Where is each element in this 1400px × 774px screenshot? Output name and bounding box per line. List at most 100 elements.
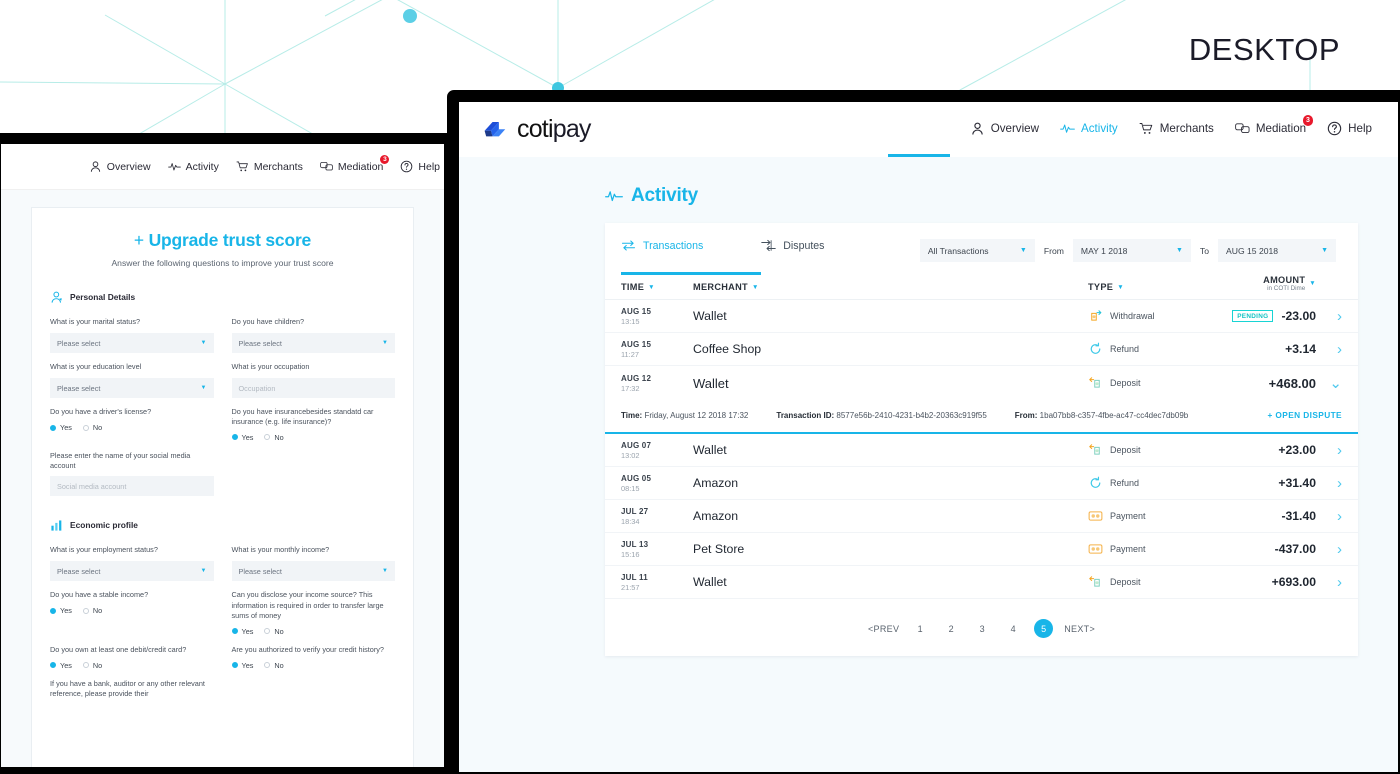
back-nav-overview[interactable]: Overview [89,160,151,173]
radio-no[interactable]: No [82,423,102,432]
field-question: What is your education level [50,362,142,371]
radio-yes[interactable]: Yes [50,661,72,670]
row-date: JUL 27 [621,506,649,516]
detail-txid-label: Transaction ID: [776,410,835,420]
open-dispute-button[interactable]: + OPEN DISPUTE [1267,410,1342,420]
row-amount-cell: PENDING -23.00 [1208,309,1316,323]
column-header-time[interactable]: TIME ▼ [621,282,693,292]
pagination-page-5-active[interactable]: 5 [1034,619,1054,638]
radio-dot [50,424,56,431]
children-select[interactable]: Please select ▼ [231,333,395,353]
table-row[interactable]: AUG 05 08:15 Amazon Refund +31.40 › [605,467,1358,500]
to-date-filter[interactable]: AUG 15 2018 ▼ [1218,239,1336,262]
radio-label: No [92,606,103,616]
pagination-page-4[interactable]: 4 [1003,624,1023,634]
expand-row-chevron-right-icon[interactable]: › [1316,341,1342,358]
detail-txid-value: 8577e56b-2410-4231-b4b2-20363c919f55 [836,410,987,420]
back-nav-help[interactable]: Help [400,160,440,173]
cart-icon [236,161,248,172]
column-header-merchant[interactable]: MERCHANT ▼ [693,282,1088,292]
expand-row-chevron-right-icon[interactable]: › [1316,475,1342,492]
radio-no[interactable]: No [82,606,103,616]
radio-no[interactable]: No [264,661,284,670]
nav-item-overview[interactable]: Overview [970,121,1039,138]
credit-history-radios: Yes No [231,660,396,670]
radio-dot [82,424,89,431]
nav-item-mediation[interactable]: Mediation 3 [1235,115,1314,138]
employment-select[interactable]: Please select ▼ [50,561,214,582]
row-type: Deposit [1088,443,1208,457]
question-icon [401,160,413,173]
education-select[interactable]: Please select ▼ [50,378,214,398]
radio-yes[interactable]: Yes [50,606,72,615]
marital-status-select[interactable]: Please select ▼ [50,333,214,353]
field-employment-status: What is your employment status? Please s… [50,545,214,582]
table-row[interactable]: AUG 15 11:27 Coffee Shop Refund +3.14 › [605,333,1358,366]
radio-no[interactable]: No [82,661,102,670]
transaction-type-filter[interactable]: All Transactions ▼ [919,239,1035,262]
tab-transactions[interactable]: Transactions [621,239,703,264]
detail-from: From: 1ba07bb8-c357-4fbe-ac47-cc4dec7db0… [1015,411,1188,420]
nav-item-activity[interactable]: Activity [1060,121,1118,138]
detail-time-value: Friday, August 12 2018 17:32 [644,410,749,420]
radio-dot [82,662,89,669]
row-time: AUG 12 17:32 [621,374,693,393]
expand-row-chevron-right-icon[interactable]: › [1316,442,1342,459]
radio-yes[interactable]: Yes [50,423,72,432]
chevron-down-icon: ▼ [1019,247,1027,254]
from-date-filter[interactable]: MAY 1 2018 ▼ [1072,239,1191,262]
mediation-badge: 3 [1302,115,1314,126]
monthly-income-select[interactable]: Please select ▼ [231,561,395,582]
radio-yes[interactable]: Yes [231,660,254,670]
to-label: To [1199,245,1209,256]
expand-row-chevron-right-icon[interactable]: › [1316,308,1342,325]
pagination-page-3[interactable]: 3 [972,624,992,634]
expand-row-chevron-right-icon[interactable]: › [1316,574,1342,591]
back-nav-activity[interactable]: Activity [167,160,219,173]
social-media-input[interactable]: Social media account [50,476,214,497]
nav-item-help[interactable]: Help [1327,121,1372,138]
radio-yes[interactable]: Yes [231,433,253,442]
radio-no[interactable]: No [264,627,284,636]
pulse-icon [1060,124,1075,133]
column-header-type[interactable]: TYPE ▼ [1088,282,1208,292]
chevron-down-icon: ▼ [382,568,388,575]
nav-item-merchants[interactable]: Merchants [1139,121,1214,138]
table-row-expanded[interactable]: AUG 12 17:32 Wallet Deposit +468.00 ⌄ [605,366,1358,400]
pagination-page-1[interactable]: 1 [910,624,930,634]
pagination-next[interactable]: NEXT> [1064,624,1095,634]
back-nav-merchants[interactable]: Merchants [236,160,303,173]
row-date: JUL 13 [621,539,649,549]
table-row[interactable]: AUG 07 13:02 Wallet Deposit +23.00 › [605,434,1358,467]
field-question: Do you have a driver's license? [50,407,152,416]
header-label: TYPE [1088,282,1114,292]
table-row[interactable]: AUG 15 13:15 Wallet Withdrawal PENDING -… [605,300,1358,333]
radio-label: Yes [241,660,254,670]
app-topbar: cotipay Overview Activity Merchants Medi… [459,102,1398,164]
activity-page: Activity Transactions Disputes All Trans… [459,157,1398,772]
radio-no[interactable]: No [264,433,284,442]
decor-dot [403,9,417,23]
column-header-amount[interactable]: AMOUNT in COTI Dime ▼ [1208,275,1316,292]
table-row[interactable]: JUL 13 15:16 Pet Store Payment -437.00 › [605,533,1358,566]
back-nav-label: Overview [106,160,151,173]
occupation-input[interactable]: Occupation [231,378,395,398]
pagination-prev[interactable]: <PREV [868,624,899,634]
expand-row-chevron-right-icon[interactable]: › [1316,508,1342,525]
collapse-row-chevron-down-icon[interactable]: ⌄ [1316,374,1342,392]
row-merchant: Wallet [693,309,727,323]
pagination-page-2[interactable]: 2 [941,624,961,634]
detail-time: Time: Friday, August 12 2018 17:32 [621,411,748,420]
table-row[interactable]: JUL 11 21:57 Wallet Deposit +693.00 › [605,566,1358,599]
expand-row-chevron-right-icon[interactable]: › [1316,541,1342,558]
cotipay-logo[interactable]: cotipay [483,115,591,144]
back-nav-mediation[interactable]: Mediation 3 [320,155,390,173]
field-children: Do you have children? Please select ▼ [231,317,395,353]
desktop-label: DESKTOP [1188,32,1340,67]
cotipay-wordmark: cotipay [517,115,591,144]
table-row[interactable]: JUL 27 18:34 Amazon Payment -31.40 › [605,500,1358,533]
tab-disputes[interactable]: Disputes [761,239,824,264]
radio-yes[interactable]: Yes [231,627,253,636]
row-amount: +468.00 [1268,375,1316,391]
row-clock: 15:16 [621,549,640,559]
